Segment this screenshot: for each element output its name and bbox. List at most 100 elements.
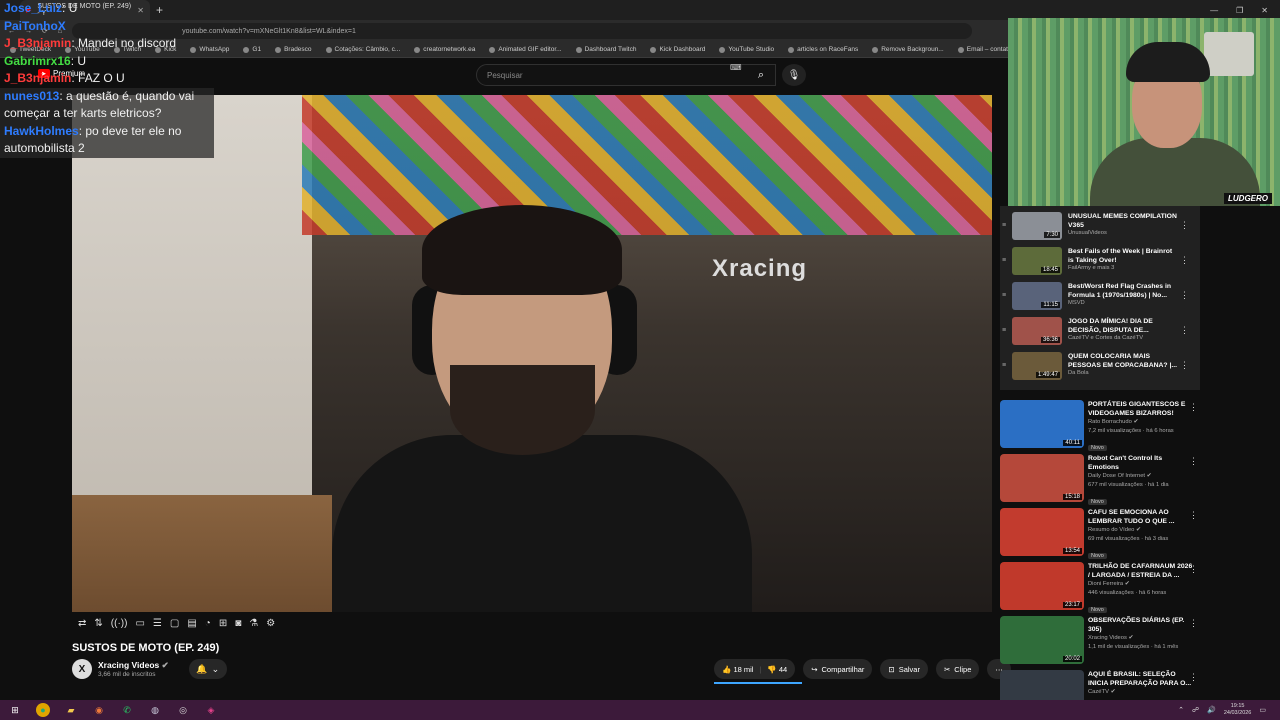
miniplayer-icon[interactable]: ▭ <box>135 618 144 629</box>
network-icon[interactable]: ☍ <box>1192 706 1199 714</box>
app-icon[interactable]: ◈ <box>204 703 218 717</box>
recommended-title[interactable]: AQUI É BRASIL: SELEÇÃO INICIA PREPARAÇÃO… <box>1088 670 1193 688</box>
playlist-item-title[interactable]: UNUSUAL MEMES COMPILATION V365 <box>1068 212 1178 230</box>
speed-icon[interactable]: ◔ <box>205 618 211 629</box>
playlist-item[interactable]: ≡ 36:36 JOGO DA MÍMICA! DIA DE DECISÃO, DI… <box>1002 317 1197 349</box>
whatsapp-icon[interactable]: ✆ <box>120 703 134 717</box>
video-player[interactable]: Xracing <box>72 95 992 612</box>
playlist-item-title[interactable]: Best/Worst Red Flag Crashes in Formula 1… <box>1068 282 1178 300</box>
flask-icon[interactable]: ⚗ <box>249 618 258 629</box>
folder-icon[interactable]: ▰ <box>64 703 78 717</box>
bookmark-item[interactable]: Kick Dashboard <box>650 46 705 53</box>
keyboard-icon[interactable]: ⌨ <box>730 63 742 72</box>
recommended-thumbnail[interactable]: 15:18 <box>1000 454 1084 502</box>
playlist-thumbnail[interactable]: 11:15 <box>1012 282 1062 310</box>
more-vert-icon[interactable]: ⋮ <box>1189 672 1198 683</box>
drag-handle-icon[interactable]: ≡ <box>1002 292 1006 299</box>
channel-name[interactable]: Xracing Videos ✔ <box>98 660 169 671</box>
bookmark-item[interactable]: Cotações: Câmbio, c... <box>325 46 400 53</box>
bookmark-item[interactable]: G1 <box>243 46 261 53</box>
bookmark-item[interactable]: Bradesco <box>275 46 312 53</box>
clip-button[interactable]: ✂ Clipe <box>935 659 980 679</box>
recommended-title[interactable]: OBSERVAÇÕES DIÁRIAS (EP. 305) <box>1088 616 1193 634</box>
recommended-thumbnail[interactable]: 40:11 <box>1000 400 1084 448</box>
playlist-item[interactable]: ≡ 1:49:47 QUEM COLOCARIA MAIS PESSOAS EM C… <box>1002 352 1197 384</box>
playlist-item-title[interactable]: JOGO DA MÍMICA! DIA DE DECISÃO, DISPUTA … <box>1068 317 1178 335</box>
audio-icon[interactable]: ((·)) <box>111 618 128 629</box>
bookmark-item[interactable]: creatornetwork.ea <box>414 46 475 53</box>
sort-icon[interactable]: ⇅ <box>94 618 102 629</box>
search-button[interactable]: ⌕ <box>746 64 776 86</box>
drag-handle-icon[interactable]: ≡ <box>1002 327 1006 334</box>
recommended-video[interactable]: 13:54 CAFU SE EMOCIONA AO LEMBRAR TUDO O … <box>1000 508 1210 559</box>
bookmark-item[interactable]: articles on RaceFans <box>788 46 858 53</box>
screenshot-icon[interactable]: ◙ <box>235 618 241 629</box>
more-vert-icon[interactable]: ⋮ <box>1189 618 1198 629</box>
chrome-icon[interactable]: ● <box>36 703 50 717</box>
playlist-item-title[interactable]: Best Fails of the Week | Brainrot is Tak… <box>1068 247 1178 265</box>
drag-handle-icon[interactable]: ≡ <box>1002 362 1006 369</box>
more-vert-icon[interactable]: ⋮ <box>1180 290 1189 301</box>
maximize-icon[interactable]: ❐ <box>1236 6 1243 15</box>
gear-icon[interactable]: ⚙ <box>266 618 275 629</box>
save-button[interactable]: ⊡ Salvar <box>880 659 928 679</box>
playlist-thumbnail[interactable]: 36:36 <box>1012 317 1062 345</box>
recommended-video[interactable]: 15:18 Robot Can't Control Its Emotions Dai… <box>1000 454 1210 505</box>
clock[interactable]: 19:15 24/03/2026 <box>1224 703 1252 717</box>
channel-avatar[interactable]: X <box>72 659 92 679</box>
playlist-item[interactable]: ≡ 7:30 UNUSUAL MEMES COMPILATION V365 Unusu… <box>1002 212 1197 244</box>
discord-icon[interactable]: ◍ <box>148 703 162 717</box>
more-vert-icon[interactable]: ⋮ <box>1189 510 1198 521</box>
theater-icon[interactable]: ▢ <box>170 618 179 629</box>
recommended-video[interactable]: 20:02 OBSERVAÇÕES DIÁRIAS (EP. 305) Xracin… <box>1000 616 1210 666</box>
recommended-video[interactable]: 40:11 PORTÁTEIS GIGANTESCOS E VIDEOGAMES … <box>1000 400 1210 451</box>
drag-handle-icon[interactable]: ≡ <box>1002 257 1006 264</box>
recommended-video[interactable]: 23:17 TRILHÃO DE CAFARNAUM 2026 / LARGADA… <box>1000 562 1210 613</box>
more-vert-icon[interactable]: ⋮ <box>1189 456 1198 467</box>
chevron-up-icon[interactable]: ⌃ <box>1178 706 1184 714</box>
more-vert-icon[interactable]: ⋮ <box>1180 255 1189 266</box>
playlist-thumbnail[interactable]: 1:49:47 <box>1012 352 1062 380</box>
bookmark-item[interactable]: Remove Backgroun... <box>872 46 944 53</box>
subtitles-icon[interactable]: ▤ <box>187 618 196 629</box>
more-vert-icon[interactable]: ⋮ <box>1180 325 1189 336</box>
volume-icon[interactable]: 🔊 <box>1207 706 1216 714</box>
recommended-title[interactable]: Robot Can't Control Its Emotions <box>1088 454 1193 472</box>
more-vert-icon[interactable]: ⋮ <box>1189 564 1198 575</box>
bookmark-item[interactable]: YouTube Studio <box>719 46 774 53</box>
drag-handle-icon[interactable]: ≡ <box>1002 222 1006 229</box>
more-vert-icon[interactable]: ⋮ <box>1180 360 1189 371</box>
recommended-title[interactable]: PORTÁTEIS GIGANTESCOS E VIDEOGAMES BIZAR… <box>1088 400 1193 418</box>
bookmark-item[interactable]: Animated GIF editor... <box>489 46 562 53</box>
windows-start-icon[interactable]: ⊞ <box>8 703 22 717</box>
bookmark-item[interactable]: Email – contato <box>957 46 1012 53</box>
duration-badge: 36:36 <box>1040 337 1060 343</box>
add-icon[interactable]: ⊞ <box>219 618 227 629</box>
recommended-title[interactable]: CAFU SE EMOCIONA AO LEMBRAR TUDO O QUE .… <box>1088 508 1193 526</box>
video-host <box>332 205 752 612</box>
close-window-icon[interactable]: ✕ <box>1261 6 1268 15</box>
playlist-thumbnail[interactable]: 18:45 <box>1012 247 1062 275</box>
like-button[interactable]: 👍 18 mil <box>722 665 753 674</box>
recommended-title[interactable]: TRILHÃO DE CAFARNAUM 2026 / LARGADA / ES… <box>1088 562 1193 580</box>
playlist-item[interactable]: ≡ 18:45 Best Fails of the Week | Brainrot … <box>1002 247 1197 279</box>
dislike-button[interactable]: 👎 44 <box>767 665 787 674</box>
playlist-item-title[interactable]: QUEM COLOCARIA MAIS PESSOAS EM COPACABAN… <box>1068 352 1178 370</box>
obs-icon[interactable]: ◎ <box>176 703 190 717</box>
minimize-icon[interactable]: — <box>1210 6 1218 15</box>
discord-alt-icon[interactable]: ◉ <box>92 703 106 717</box>
bookmark-item[interactable]: Dashboard Twitch <box>575 46 636 53</box>
recommended-thumbnail[interactable]: 23:17 <box>1000 562 1084 610</box>
more-vert-icon[interactable]: ⋮ <box>1180 220 1189 231</box>
notification-icon[interactable]: ▭ <box>1259 706 1266 714</box>
playlist-item[interactable]: ≡ 11:15 Best/Worst Red Flag Crashes in For… <box>1002 282 1197 314</box>
voice-search-button[interactable]: 🎙 <box>782 64 806 86</box>
share-button[interactable]: ↪ Compartilhar <box>803 659 873 679</box>
notification-bell-button[interactable]: 🔔 ⌄ <box>188 659 227 679</box>
playlist-thumbnail[interactable]: 7:30 <box>1012 212 1062 240</box>
recommended-thumbnail[interactable]: 13:54 <box>1000 508 1084 556</box>
list-icon[interactable]: ☰ <box>153 618 162 629</box>
recommended-thumbnail[interactable]: 20:02 <box>1000 616 1084 664</box>
more-vert-icon[interactable]: ⋮ <box>1189 402 1198 413</box>
loop-icon[interactable]: ⇄ <box>78 618 86 629</box>
